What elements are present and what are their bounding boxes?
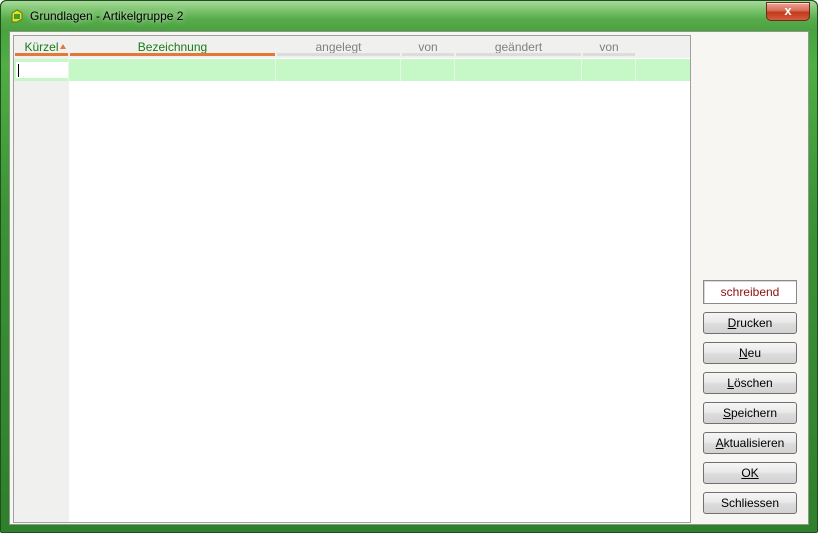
column-underline [402, 53, 454, 56]
text-caret [18, 64, 19, 77]
mode-status-field: schreibend [703, 280, 797, 304]
column-header-label: von [418, 40, 438, 54]
column-underline [583, 53, 635, 56]
neu-button[interactable]: Neu [703, 342, 797, 364]
speichern-button[interactable]: Speichern [703, 402, 797, 424]
loeschen-button[interactable]: Löschen [703, 372, 797, 394]
column-header-kuerzel[interactable]: Kürzel [14, 36, 69, 58]
mnemonic-letter: D [727, 316, 737, 330]
button-label: rucken [736, 316, 773, 330]
button-label: öschen [733, 376, 773, 390]
table-cell[interactable] [455, 59, 582, 81]
column-underline [277, 53, 400, 56]
title-bar[interactable]: Grundlagen - Artikelgruppe 2 x [1, 1, 817, 31]
column-header-label: geändert [494, 40, 543, 54]
button-label: eu [747, 346, 762, 360]
column-underline [15, 53, 68, 56]
column-header-label: Bezeichnung [137, 40, 208, 54]
aktualisieren-button[interactable]: Aktualisieren [703, 432, 797, 454]
ok-button[interactable]: OK [703, 462, 797, 484]
column-header-angelegt[interactable]: angelegt [276, 36, 401, 58]
mnemonic-letter: A [715, 436, 724, 450]
button-label: K [750, 466, 759, 480]
column-header-label: Kürzel [24, 40, 59, 54]
button-label: peichern [730, 406, 778, 420]
table-cell[interactable] [582, 59, 636, 81]
button-label: ktualisieren [723, 436, 785, 450]
button-label: Schliessen [720, 496, 780, 510]
column-underline [456, 53, 581, 56]
table-cell[interactable] [69, 59, 276, 81]
table-cell[interactable] [14, 59, 69, 81]
grid-header: Kürzel Bezeichnung angelegt von geändert… [14, 36, 690, 58]
column-header-von-2[interactable]: von [582, 36, 636, 58]
app-icon [9, 8, 25, 24]
sort-ascending-icon [60, 44, 66, 49]
close-button[interactable]: x [766, 2, 810, 21]
column-header-von-1[interactable]: von [401, 36, 455, 58]
schliessen-button[interactable]: Schliessen [703, 492, 797, 514]
window-title: Grundlagen - Artikelgruppe 2 [30, 9, 184, 23]
table-cell[interactable] [276, 59, 401, 81]
column-header-label: angelegt [315, 40, 362, 54]
mnemonic-letter: N [738, 346, 748, 360]
data-grid[interactable]: Kürzel Bezeichnung angelegt von geändert… [13, 35, 691, 523]
mnemonic-letter: S [722, 406, 731, 420]
client-area: Kürzel Bezeichnung angelegt von geändert… [9, 31, 809, 525]
mnemonic-letter: L [727, 376, 734, 390]
column-header-bezeichnung[interactable]: Bezeichnung [69, 36, 276, 58]
mnemonic-letter: O [741, 466, 751, 480]
table-row[interactable] [14, 59, 690, 81]
table-cell[interactable] [401, 59, 455, 81]
close-icon: x [784, 3, 792, 18]
kuerzel-edit-field[interactable] [16, 62, 68, 78]
column-header-label: von [599, 40, 619, 54]
drucken-button[interactable]: Drucken [703, 312, 797, 334]
column-header-geaendert[interactable]: geändert [455, 36, 582, 58]
row-header-column [14, 36, 69, 522]
application-window: Grundlagen - Artikelgruppe 2 x Kürzel Be… [0, 0, 818, 533]
column-underline [70, 53, 275, 56]
